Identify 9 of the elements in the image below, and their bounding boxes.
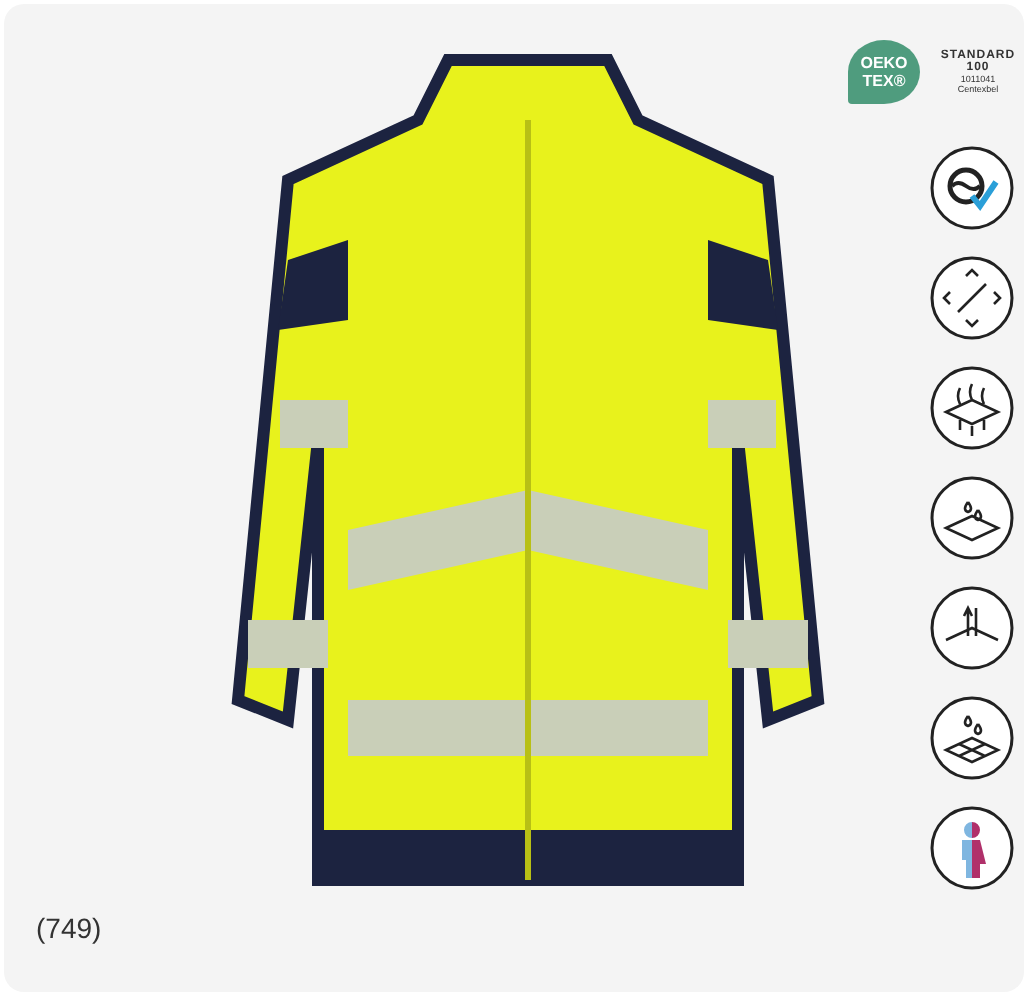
wicking-icon: [928, 584, 1016, 672]
unisex-icon: [928, 804, 1016, 892]
stretch-icon: [928, 254, 1016, 342]
breathable-icon: [928, 364, 1016, 452]
waterproof-fabric-icon: [928, 694, 1016, 782]
review-count: (749): [36, 912, 102, 944]
logo-mark: OEKO TEX®: [848, 40, 920, 104]
water-drop-icon: [928, 474, 1016, 562]
water-check-icon: [928, 144, 1016, 232]
